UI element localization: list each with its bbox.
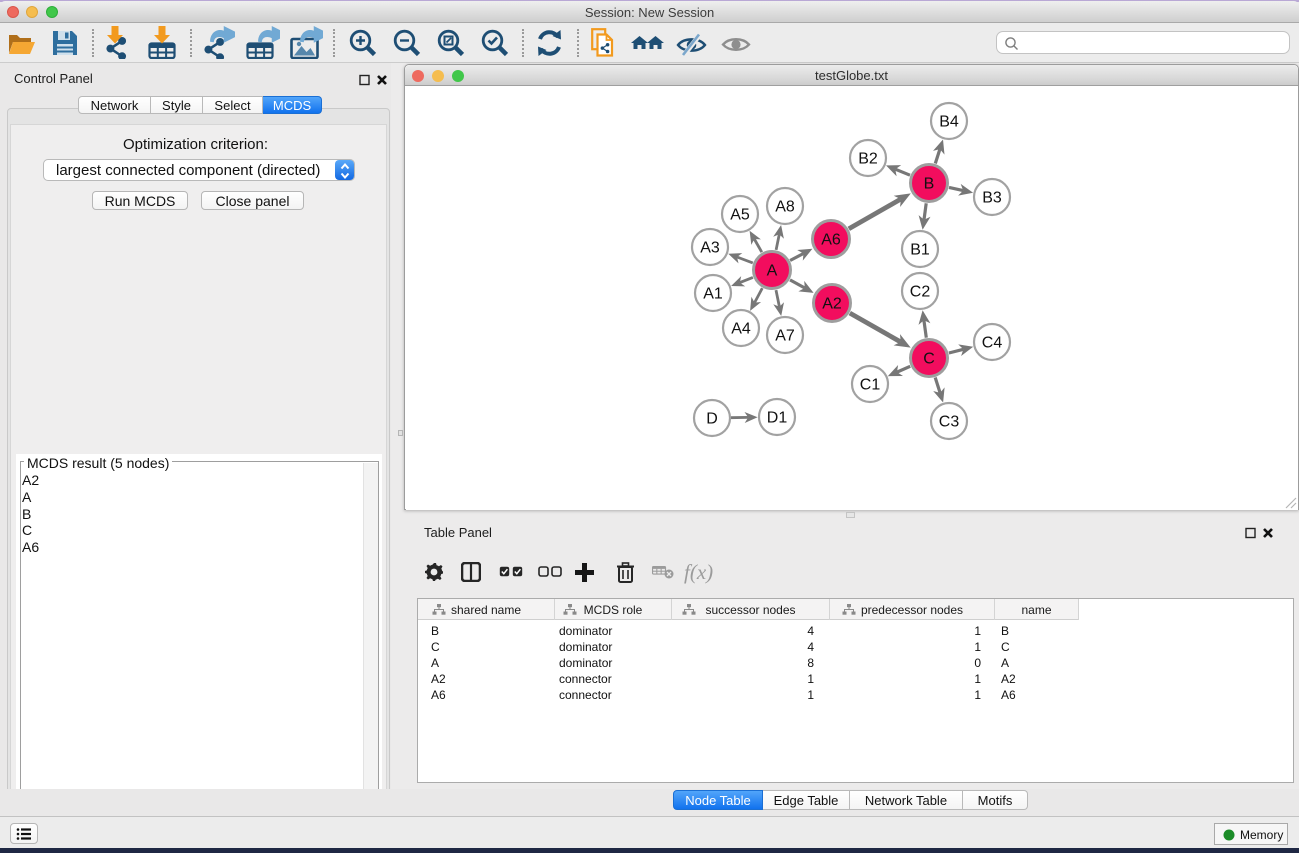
svg-text:B2: B2 bbox=[858, 151, 878, 168]
svg-text:B4: B4 bbox=[939, 114, 959, 131]
svg-text:A: A bbox=[767, 263, 778, 280]
svg-text:A5: A5 bbox=[730, 207, 750, 224]
svg-text:A8: A8 bbox=[775, 199, 795, 216]
svg-text:C1: C1 bbox=[860, 377, 881, 394]
svg-text:C2: C2 bbox=[910, 284, 931, 301]
svg-text:D: D bbox=[706, 411, 718, 428]
svg-text:C3: C3 bbox=[939, 414, 960, 431]
svg-text:A7: A7 bbox=[775, 328, 795, 345]
svg-text:A4: A4 bbox=[731, 321, 751, 338]
svg-text:C: C bbox=[923, 351, 935, 368]
svg-text:C4: C4 bbox=[982, 335, 1003, 352]
svg-text:D1: D1 bbox=[767, 410, 788, 427]
svg-text:B1: B1 bbox=[910, 242, 930, 259]
svg-text:A3: A3 bbox=[700, 240, 720, 257]
svg-text:B: B bbox=[924, 176, 935, 193]
svg-text:B3: B3 bbox=[982, 190, 1002, 207]
svg-text:A1: A1 bbox=[703, 286, 723, 303]
svg-text:A6: A6 bbox=[821, 232, 841, 249]
svg-text:A2: A2 bbox=[822, 296, 842, 313]
